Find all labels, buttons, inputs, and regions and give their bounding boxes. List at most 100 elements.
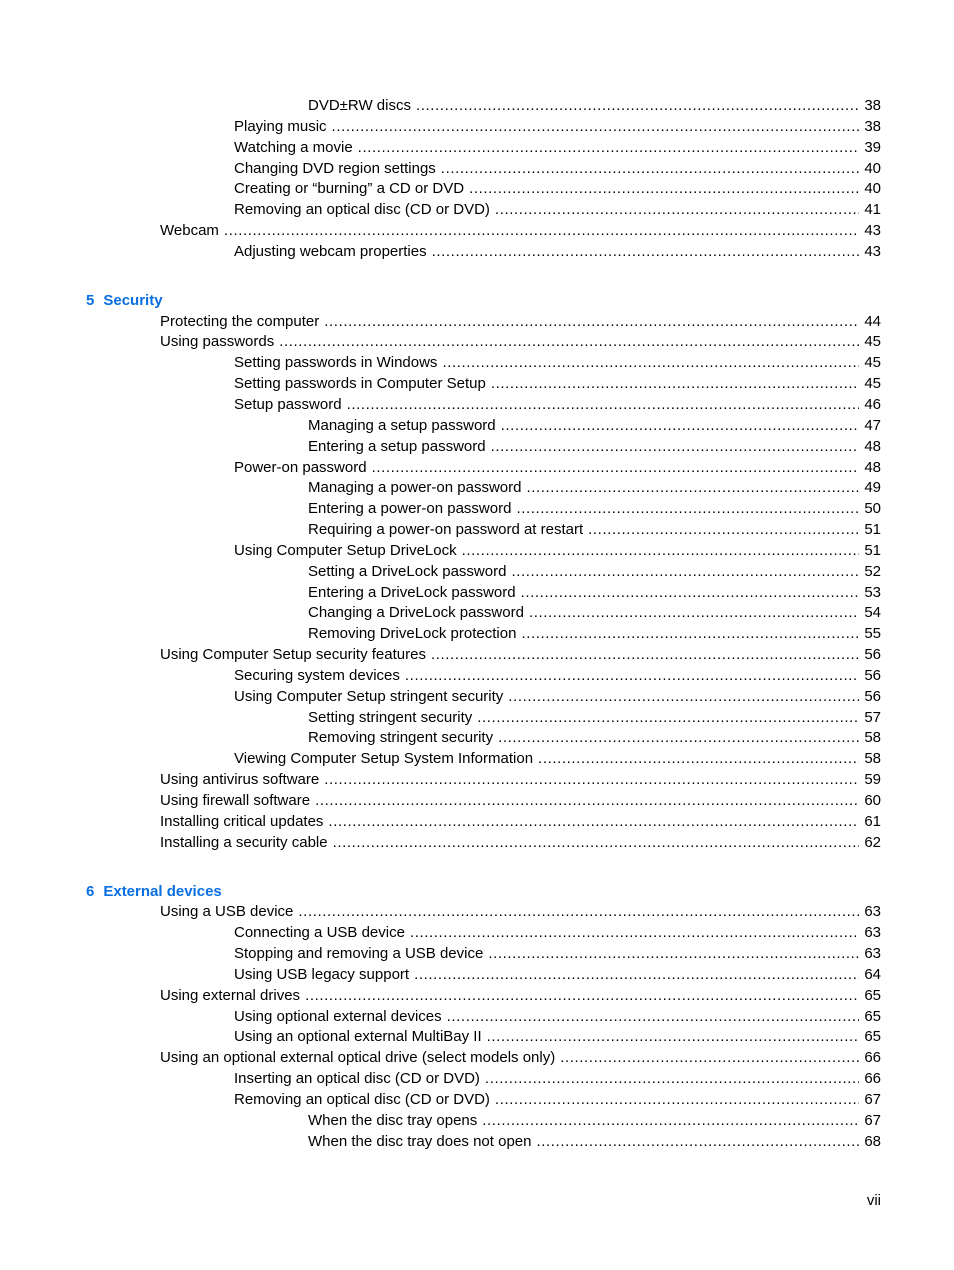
toc-entry[interactable]: Using passwords 45 (0, 332, 954, 354)
toc-entry-line[interactable]: Using passwords 45 (160, 332, 881, 354)
toc-entry-line[interactable]: Using an optional external optical drive… (160, 1048, 881, 1070)
toc-entry-title: Removing DriveLock protection (308, 624, 522, 646)
toc-entry-line[interactable]: Using USB legacy support 64 (234, 964, 881, 986)
toc-entry-line[interactable]: Installing critical updates 61 (160, 811, 881, 833)
toc-entry[interactable]: When the disc tray opens 67 (0, 1110, 954, 1132)
toc-entry[interactable]: Creating or “burning” a CD or DVD 40 (0, 179, 954, 201)
toc-entry-line[interactable]: Viewing Computer Setup System Informatio… (234, 749, 881, 771)
toc-entry-page: 43 (864, 222, 881, 240)
chapter-heading[interactable]: 6 External devices (0, 882, 954, 903)
toc-entry[interactable]: Removing an optical disc (CD or DVD) 41 (0, 200, 954, 222)
toc-entry[interactable]: Setting stringent security 57 (0, 707, 954, 729)
toc-entry-line[interactable]: Inserting an optical disc (CD or DVD) 66 (234, 1069, 881, 1090)
toc-entry[interactable]: Using firewall software 60 (0, 791, 954, 812)
toc-entry-line[interactable]: Using optional external devices 65 (234, 1006, 881, 1028)
toc-entry[interactable]: When the disc tray does not open 68 (0, 1131, 954, 1153)
toc-entry-title: Using a USB device (160, 902, 299, 924)
toc-entry-line[interactable]: Connecting a USB device 63 (234, 923, 881, 945)
toc-entry-line[interactable]: Webcam 43 (160, 221, 881, 242)
toc-entry-line[interactable]: Removing DriveLock protection 55 (308, 624, 881, 646)
toc-entry[interactable]: Setting passwords in Windows 45 (0, 353, 954, 375)
toc-entry[interactable]: Managing a setup password 47 (0, 415, 954, 437)
toc-entry[interactable]: Using an optional external MultiBay II 65 (0, 1027, 954, 1049)
toc-entry[interactable]: Installing critical updates 61 (0, 811, 954, 833)
toc-entry-line[interactable]: Using firewall software 60 (160, 791, 881, 812)
toc-entry[interactable]: Adjusting webcam properties 43 (0, 241, 954, 263)
toc-entry-line[interactable]: Managing a setup password 47 (308, 415, 881, 437)
toc-entry-line[interactable]: Adjusting webcam properties 43 (234, 241, 881, 263)
chapter-heading[interactable]: 5 Security (0, 291, 954, 312)
toc-entry[interactable]: Stopping and removing a USB device 63 (0, 944, 954, 965)
toc-entry-line[interactable]: Using antivirus software 59 (160, 770, 881, 791)
toc-entry[interactable]: Connecting a USB device 63 (0, 923, 954, 945)
toc-entry[interactable]: Viewing Computer Setup System Informatio… (0, 749, 954, 771)
toc-entry-line[interactable]: Setting passwords in Windows 45 (234, 353, 881, 375)
toc-entry[interactable]: Setting passwords in Computer Setup 45 (0, 374, 954, 395)
toc-entry[interactable]: DVD±RW discs 38 (0, 96, 954, 117)
toc-entry-line[interactable]: Entering a power-on password 50 (308, 499, 881, 521)
toc-entry-line[interactable]: Watching a movie 39 (234, 137, 881, 159)
toc-entry-line[interactable]: Securing system devices 56 (234, 665, 881, 687)
toc-entry[interactable]: Removing DriveLock protection 55 (0, 624, 954, 646)
toc-entry[interactable]: Using Computer Setup security features 56 (0, 645, 954, 666)
toc-entry-line[interactable]: Entering a DriveLock password 53 (308, 582, 881, 604)
toc-entry-line[interactable]: Stopping and removing a USB device 63 (234, 944, 881, 965)
toc-entry[interactable]: Using optional external devices 65 (0, 1006, 954, 1028)
toc-entry-line[interactable]: Setup password 46 (234, 394, 881, 416)
toc-entry-line[interactable]: Using a USB device 63 (160, 902, 881, 924)
toc-entry[interactable]: Removing stringent security 58 (0, 728, 954, 750)
toc-entry[interactable]: Webcam 43 (0, 221, 954, 242)
toc-entry[interactable]: Using an optional external optical drive… (0, 1048, 954, 1070)
toc-entry-line[interactable]: Creating or “burning” a CD or DVD 40 (234, 179, 881, 201)
toc-entry[interactable]: Entering a setup password 48 (0, 436, 954, 458)
toc-entry[interactable]: Managing a power-on password 49 (0, 478, 954, 500)
toc-entry-page: 60 (864, 792, 881, 809)
toc-entry-line[interactable]: Power-on password 48 (234, 457, 881, 479)
toc-entry[interactable]: Entering a power-on password 50 (0, 499, 954, 521)
toc-entry[interactable]: Watching a movie 39 (0, 137, 954, 159)
toc-entry-line[interactable]: Changing DVD region settings 40 (234, 158, 881, 180)
toc-entry-line[interactable]: Setting passwords in Computer Setup 45 (234, 374, 881, 395)
toc-entry-line[interactable]: Installing a security cable 62 (160, 832, 881, 854)
toc-entry-line[interactable]: Changing a DriveLock password 54 (308, 603, 881, 625)
toc-entry[interactable]: Entering a DriveLock password 53 (0, 582, 954, 604)
toc-entry[interactable]: Playing music 38 (0, 116, 954, 138)
toc-entry[interactable]: Removing an optical disc (CD or DVD) 67 (0, 1089, 954, 1111)
toc-entry-line[interactable]: Setting a DriveLock password 52 (308, 561, 881, 583)
toc-entry-line[interactable]: Using Computer Setup security features 56 (160, 645, 881, 666)
toc-entry-line[interactable]: Entering a setup password 48 (308, 436, 881, 458)
toc-entry[interactable]: Using Computer Setup stringent security 5… (0, 686, 954, 708)
toc-entry-line[interactable]: Removing stringent security 58 (308, 728, 881, 750)
toc-entry-line[interactable]: Playing music 38 (234, 116, 881, 138)
toc-entry-line[interactable]: Using an optional external MultiBay II 65 (234, 1027, 881, 1049)
toc-entry[interactable]: Inserting an optical disc (CD or DVD) 66 (0, 1069, 954, 1090)
toc-entry-line[interactable]: DVD±RW discs 38 (308, 96, 881, 117)
toc-entry[interactable]: Changing a DriveLock password 54 (0, 603, 954, 625)
toc-entry-line[interactable]: Managing a power-on password 49 (308, 478, 881, 500)
toc-entry-line[interactable]: Using Computer Setup DriveLock 51 (234, 540, 881, 562)
toc-entry[interactable]: Using antivirus software 59 (0, 770, 954, 791)
toc-entry-line[interactable]: Using Computer Setup stringent security 5… (234, 686, 881, 708)
toc-entry[interactable]: Using a USB device 63 (0, 902, 954, 924)
toc-entry[interactable]: Using USB legacy support 64 (0, 964, 954, 986)
toc-entry-line[interactable]: Protecting the computer 44 (160, 311, 881, 333)
toc-entry-line[interactable]: Using external drives 65 (160, 985, 881, 1007)
toc-entry[interactable]: Securing system devices 56 (0, 665, 954, 687)
toc-entry[interactable]: Using Computer Setup DriveLock 51 (0, 540, 954, 562)
toc-entry[interactable]: Setting a DriveLock password 52 (0, 561, 954, 583)
chapter-title: External devices (103, 882, 222, 900)
toc-entry[interactable]: Changing DVD region settings 40 (0, 158, 954, 180)
toc-entry[interactable]: Protecting the computer 44 (0, 311, 954, 333)
toc-entry-line[interactable]: Requiring a power-on password at restart… (308, 520, 881, 541)
toc-entry[interactable]: Using external drives 65 (0, 985, 954, 1007)
toc-entry[interactable]: Installing a security cable 62 (0, 832, 954, 854)
toc-entry[interactable]: Requiring a power-on password at restart… (0, 520, 954, 541)
toc-entry-line[interactable]: Removing an optical disc (CD or DVD) 67 (234, 1089, 881, 1111)
toc-entry-page: 54 (864, 604, 881, 622)
toc-entry-line[interactable]: Removing an optical disc (CD or DVD) 41 (234, 200, 881, 222)
toc-entry-line[interactable]: When the disc tray opens 67 (308, 1110, 881, 1132)
toc-entry-line[interactable]: When the disc tray does not open 68 (308, 1131, 881, 1153)
toc-entry[interactable]: Power-on password 48 (0, 457, 954, 479)
toc-entry-line[interactable]: Setting stringent security 57 (308, 707, 881, 729)
toc-entry[interactable]: Setup password 46 (0, 394, 954, 416)
